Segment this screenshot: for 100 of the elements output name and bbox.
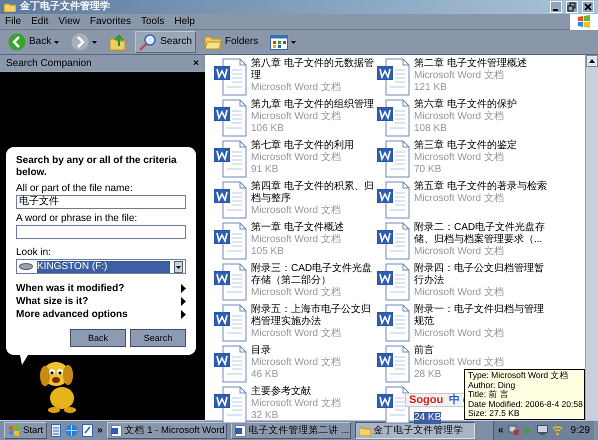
menu-item[interactable]: View — [53, 16, 85, 28]
file-name[interactable]: 第三章 电子文件的鉴定 — [414, 140, 517, 152]
file-name[interactable]: 第五章 电子文件的著录与检索 — [414, 181, 547, 193]
taskbar-button[interactable]: 金丁电子文件管理学 — [354, 422, 475, 439]
close-button[interactable]: × — [193, 58, 199, 70]
file-type: Microsoft Word 文档 — [414, 287, 504, 299]
file-type: Microsoft Word 文档 — [251, 111, 341, 123]
word-document-icon[interactable] — [213, 345, 247, 383]
file-name[interactable]: 第二章 电子文件管理概述 — [414, 58, 527, 70]
word-document-icon[interactable] — [376, 304, 410, 342]
file-type: Microsoft Word 文档 — [251, 287, 341, 299]
file-type: Microsoft Word 文档 — [414, 193, 504, 205]
file-size: 121 KB — [414, 82, 447, 94]
file-name[interactable]: 第一章 电子文件概述 — [251, 222, 344, 234]
file-type: Microsoft Word 文档 — [414, 328, 504, 340]
tooltip-line: Author: Ding — [468, 380, 516, 390]
drive-icon — [19, 263, 33, 270]
file-type: Microsoft Word 文档 — [251, 205, 341, 217]
more-button[interactable]: » — [97, 424, 103, 436]
start-button[interactable]: Start — [4, 422, 48, 439]
scrollbar[interactable] — [585, 55, 598, 420]
folder-icon — [4, 2, 16, 12]
caret-icon — [54, 40, 60, 44]
search-panel-button[interactable]: Back — [70, 329, 126, 347]
caret-icon — [291, 40, 296, 44]
file-type: Microsoft Word 文档 — [251, 357, 341, 369]
file-type: Microsoft Word 文档 — [251, 152, 341, 164]
tray-expand-button[interactable]: « — [498, 424, 504, 436]
file-type: Microsoft Word 文档 — [414, 70, 504, 82]
search-option[interactable]: What size is it? — [16, 295, 186, 308]
file-name[interactable]: 第八章 电子文件的元数据管理 — [251, 58, 376, 82]
file-name[interactable]: 第六章 电子文件的保护 — [414, 99, 517, 111]
ime-mode[interactable]: 中 — [449, 394, 460, 406]
menu-item[interactable]: File — [0, 16, 26, 28]
field-label: A word or phrase in the file: — [16, 213, 138, 225]
file-name[interactable]: 附录五：上海市电子公文归档管理实施办法 — [251, 304, 376, 328]
word-document-icon[interactable] — [213, 304, 247, 342]
word-document-icon[interactable] — [213, 222, 247, 260]
back-button[interactable]: Back — [4, 31, 64, 53]
word-document-icon[interactable] — [376, 222, 410, 260]
file-type: Microsoft Word 文档 — [414, 152, 504, 164]
close-icon[interactable] — [582, 1, 594, 13]
file-name[interactable]: 附录四：电子公文归档管理暂行办法 — [414, 263, 551, 287]
computer-icon[interactable] — [536, 425, 548, 436]
menu-item[interactable]: Edit — [26, 16, 54, 28]
document-icon[interactable] — [51, 424, 62, 437]
globe-icon[interactable] — [65, 424, 78, 437]
word-document-icon[interactable] — [213, 181, 247, 219]
file-size: 70 KB — [414, 164, 442, 176]
file-name[interactable]: 附录一：电子文件归档与管理规范 — [414, 304, 551, 328]
file-size: 105 KB — [251, 246, 284, 258]
notepad-icon[interactable] — [82, 424, 94, 437]
search-option[interactable]: More advanced options — [16, 308, 186, 321]
word-document-icon[interactable] — [376, 99, 410, 137]
file-name-field[interactable]: 电子文件 — [16, 195, 186, 209]
file-name[interactable]: 第九章 电子文件的组织管理 — [251, 99, 374, 111]
file-name[interactable]: 前言 — [414, 345, 434, 357]
search-panel-button[interactable]: Search — [130, 329, 186, 347]
word-document-icon[interactable] — [376, 58, 410, 96]
file-type: Microsoft Word 文档 — [251, 398, 341, 410]
file-name[interactable]: 第七章 电子文件的利用 — [251, 140, 354, 152]
word-document-icon[interactable] — [376, 181, 410, 219]
file-type: Microsoft Word 文档 — [251, 328, 341, 340]
word-document-icon[interactable] — [376, 140, 410, 178]
phrase-field[interactable] — [16, 225, 186, 239]
minimize-icon[interactable] — [550, 1, 562, 13]
file-name[interactable]: 附录三：CAD电子文件光盘存储（第二部分） — [251, 263, 376, 287]
file-size: 106 KB — [251, 123, 284, 135]
menu-item[interactable]: Help — [169, 16, 200, 28]
word-document-icon[interactable] — [376, 345, 410, 383]
search-button[interactable]: Search — [135, 31, 196, 53]
word-document-icon[interactable] — [213, 58, 247, 96]
file-size: 46 KB — [251, 369, 278, 381]
word-document-icon[interactable] — [213, 386, 247, 424]
search-icon — [139, 33, 158, 51]
menu-item[interactable]: Favorites — [84, 16, 136, 28]
file-name[interactable]: 第四章 电子文件的积累、归档与整序 — [251, 181, 376, 205]
file-name[interactable]: 目录 — [251, 345, 271, 357]
search-option[interactable]: When was it modified? — [16, 282, 186, 295]
file-name[interactable]: 附录二：CAD电子文件光盘存储、归档与档案管理要求（... — [414, 222, 551, 246]
taskbar-button[interactable]: 电子文件管理第二讲 ... — [230, 422, 351, 439]
file-type: Microsoft Word 文档 — [251, 82, 341, 94]
network-icon[interactable] — [508, 425, 519, 436]
views-grid-icon — [270, 34, 288, 50]
scroll-up-icon[interactable] — [586, 55, 598, 67]
clock: 9:29 — [570, 424, 590, 436]
word-document-icon[interactable] — [376, 263, 410, 301]
taskbar-button[interactable]: 文档 1 - Microsoft Word — [106, 422, 227, 439]
dropdown-value: KINGSTON (F:) — [37, 260, 170, 272]
restore-icon[interactable] — [566, 1, 578, 13]
word-document-icon[interactable] — [213, 263, 247, 301]
word-document-icon[interactable] — [213, 140, 247, 178]
file-type: Microsoft Word 文档 — [414, 111, 504, 123]
look-in-dropdown[interactable]: KINGSTON (F:) — [16, 259, 186, 274]
word-document-icon[interactable] — [213, 99, 247, 137]
menu-item[interactable]: Tools — [136, 16, 170, 28]
folders-button[interactable]: Folders — [200, 31, 262, 53]
ime-brand: Sogou — [409, 394, 444, 406]
tooltip-line: Type: Microsoft Word 文档 — [468, 371, 570, 381]
file-name[interactable]: 主要参考文献 — [251, 386, 311, 398]
